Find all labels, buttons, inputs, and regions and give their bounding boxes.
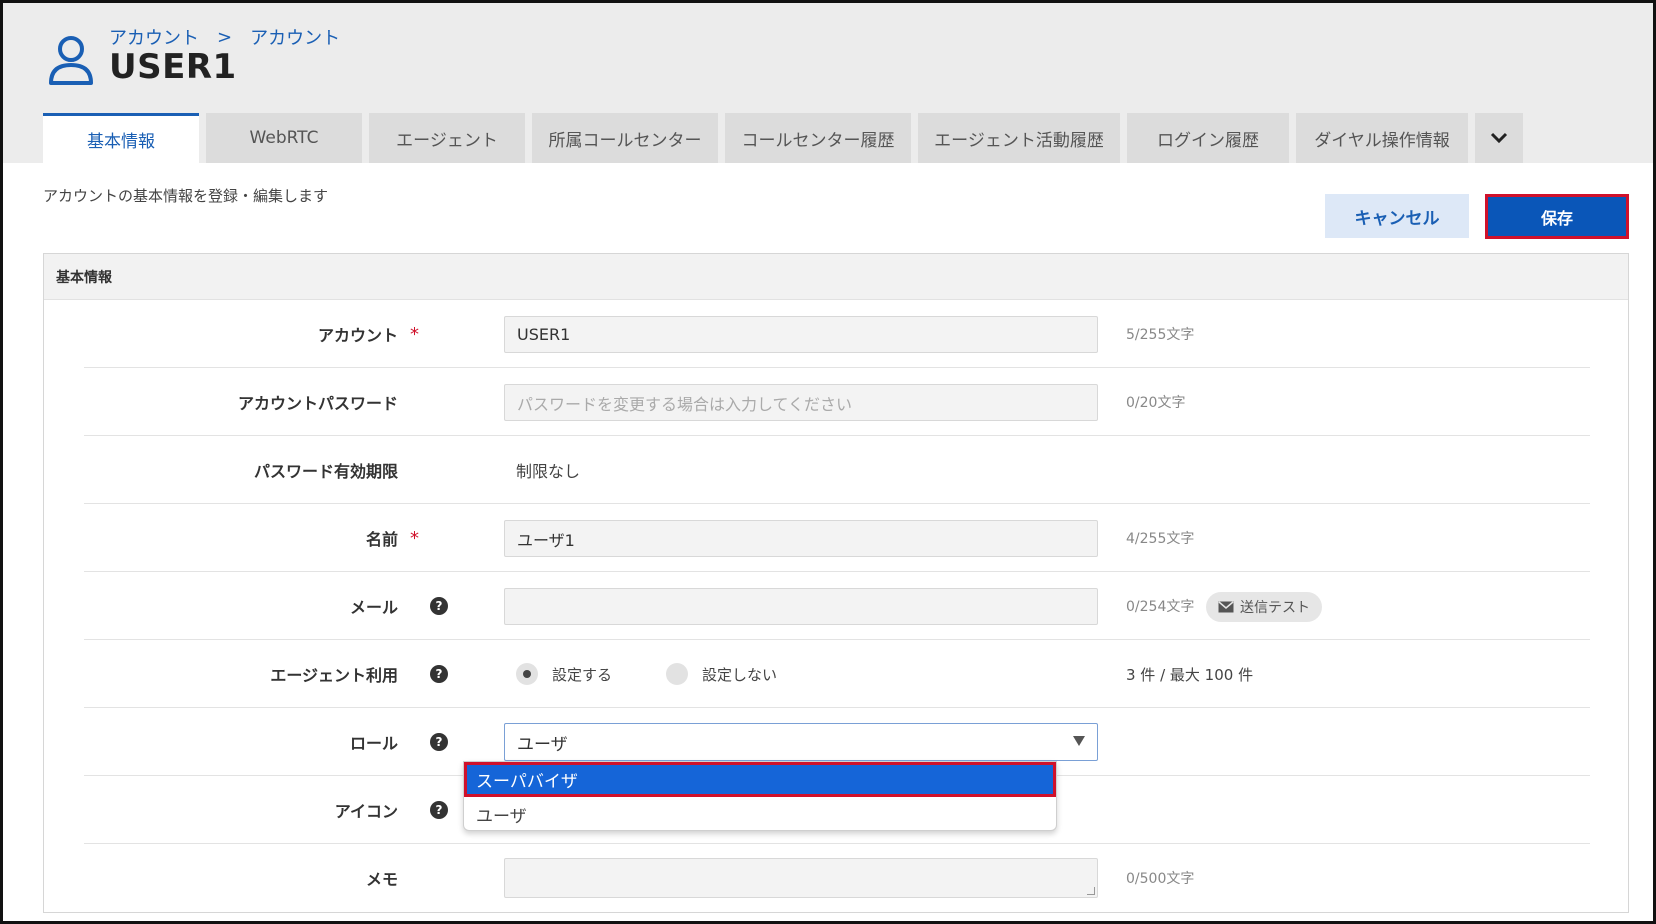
- tab-bar: 基本情報 WebRTC エージェント 所属コールセンター コールセンター履歴 エ…: [43, 113, 1523, 163]
- agent-limit-text: 3 件 / 最大 100 件: [1126, 665, 1254, 684]
- mail-label: メール: [349, 598, 398, 617]
- agent-radio-on-label: 設定する: [552, 665, 613, 684]
- tab-webrtc[interactable]: WebRTC: [206, 113, 362, 163]
- name-label: 名前: [365, 530, 398, 549]
- help-icon[interactable]: ?: [430, 665, 448, 683]
- panel-title: 基本情報: [44, 254, 1628, 300]
- role-select[interactable]: ユーザ: [504, 723, 1098, 761]
- help-icon[interactable]: ?: [430, 801, 448, 819]
- mail-counter: 0/254文字: [1126, 599, 1195, 615]
- radio-selected[interactable]: [516, 663, 538, 685]
- send-test-label: 送信テスト: [1240, 600, 1310, 616]
- required-mark: *: [410, 527, 419, 549]
- envelope-icon: [1218, 601, 1234, 613]
- tab-call-center[interactable]: 所属コールセンター: [532, 113, 718, 163]
- memo-counter: 0/500文字: [1126, 871, 1195, 887]
- tab-call-center-history[interactable]: コールセンター履歴: [725, 113, 911, 163]
- row-memo: メモ 0/500文字: [84, 844, 1590, 912]
- tab-agent[interactable]: エージェント: [369, 113, 525, 163]
- role-dropdown-list: スーパバイザ ユーザ: [463, 761, 1057, 831]
- help-icon[interactable]: ?: [430, 597, 448, 615]
- caret-down-icon: [1073, 736, 1085, 746]
- tab-dial-operation[interactable]: ダイヤル操作情報: [1296, 113, 1468, 163]
- chevron-down-icon: [1490, 132, 1508, 144]
- account-label: アカウント: [317, 326, 398, 345]
- agent-radio-off[interactable]: 設定しない: [666, 640, 777, 708]
- password-counter: 0/20文字: [1126, 395, 1186, 411]
- tab-login-history[interactable]: ログイン履歴: [1127, 113, 1289, 163]
- tab-agent-activity[interactable]: エージェント活動履歴: [918, 113, 1120, 163]
- page-header: アカウント > アカウント USER1 基本情報 WebRTC エージェント 所…: [3, 3, 1653, 163]
- cancel-button[interactable]: キャンセル: [1325, 194, 1469, 238]
- role-option-supervisor[interactable]: スーパバイザ: [464, 762, 1056, 797]
- breadcrumb-separator: >: [217, 26, 233, 48]
- row-account: アカウント * USER1 5/255文字: [84, 300, 1590, 368]
- agent-usage-label: エージェント利用: [270, 666, 398, 685]
- account-input[interactable]: USER1: [504, 316, 1098, 353]
- memo-textarea[interactable]: [504, 858, 1098, 898]
- memo-label: メモ: [365, 870, 398, 889]
- agent-radio-off-label: 設定しない: [702, 665, 778, 684]
- required-mark: *: [410, 323, 419, 345]
- role-label: ロール: [349, 734, 398, 753]
- role-option-user[interactable]: ユーザ: [464, 797, 1056, 832]
- tab-more-button[interactable]: [1475, 113, 1523, 163]
- row-agent-usage: エージェント利用 ? 設定する 設定しない 3 件 / 最大 100 件: [84, 640, 1590, 708]
- account-counter: 5/255文字: [1126, 327, 1195, 343]
- user-icon: [49, 36, 93, 85]
- row-mail: メール ? 0/254文字 送信テスト: [84, 572, 1590, 640]
- agent-radio-on[interactable]: 設定する: [516, 640, 612, 708]
- help-icon[interactable]: ?: [430, 733, 448, 751]
- row-name: 名前 * ユーザ1 4/255文字: [84, 504, 1590, 572]
- password-expiry-label: パスワード有効期限: [253, 462, 398, 481]
- role-select-value: ユーザ: [517, 734, 568, 755]
- app-window: アカウント > アカウント USER1 基本情報 WebRTC エージェント 所…: [0, 0, 1656, 924]
- breadcrumb-item-current[interactable]: アカウント: [250, 24, 340, 50]
- password-expiry-value: 制限なし: [516, 462, 581, 481]
- send-test-button[interactable]: 送信テスト: [1206, 592, 1322, 622]
- icon-label: アイコン: [334, 802, 398, 821]
- page-description: アカウントの基本情報を登録・編集します: [43, 187, 329, 205]
- save-button[interactable]: 保存: [1485, 194, 1629, 239]
- page-title: USER1: [109, 47, 237, 87]
- radio-unselected[interactable]: [666, 663, 688, 685]
- row-password-expiry: パスワード有効期限 制限なし: [84, 436, 1590, 504]
- resize-handle-icon[interactable]: [1087, 887, 1095, 895]
- name-counter: 4/255文字: [1126, 531, 1195, 547]
- name-input[interactable]: ユーザ1: [504, 520, 1098, 557]
- password-label: アカウントパスワード: [237, 394, 398, 413]
- mail-input[interactable]: [504, 588, 1098, 625]
- password-input[interactable]: パスワードを変更する場合は入力してください: [504, 384, 1098, 421]
- tab-basic-info[interactable]: 基本情報: [43, 113, 199, 163]
- row-password: アカウントパスワード パスワードを変更する場合は入力してください 0/20文字: [84, 368, 1590, 436]
